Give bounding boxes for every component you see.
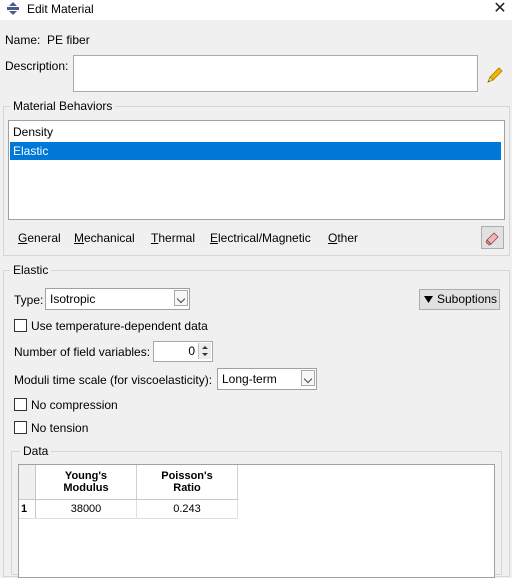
menu-thermal[interactable]: Thermal [151,231,195,245]
no-compression-label: No compression [31,398,118,412]
youngs-modulus-cell[interactable]: 38000 [35,499,137,519]
data-group-title: Data [20,444,52,458]
field-vars-spinbox[interactable]: 0 [153,341,213,362]
triangle-down-icon [424,296,433,303]
field-vars-value: 0 [188,344,195,358]
menu-electrical-mnemonic: E [210,231,219,245]
chevron-down-icon[interactable] [301,370,315,386]
no-compression-checkbox[interactable] [14,398,27,411]
no-tension-label: No tension [31,421,89,435]
suboptions-button[interactable]: Suboptions [419,289,500,310]
spin-buttons[interactable] [198,343,211,359]
delete-behavior-button[interactable] [481,226,504,249]
column-header-line: Ratio [173,482,201,494]
column-header-line: Modulus [63,482,109,494]
elastic-group-title: Elastic [10,263,52,277]
type-value: Isotropic [50,292,96,306]
menu-other[interactable]: Other [328,231,358,245]
temp-dependent-label: Use temperature-dependent data [31,319,208,333]
table-row: 1 38000 0.243 [19,499,238,519]
title-bar: Edit Material ✕ [0,0,512,20]
name-value: PE fiber [47,33,90,47]
no-tension-checkbox[interactable] [14,421,27,434]
description-field[interactable] [73,55,478,92]
material-app-icon [7,2,19,15]
name-label: Name: [5,33,41,47]
spin-arrows-icon [202,346,208,356]
menu-other-mnemonic: O [328,231,338,245]
material-behaviors-title: Material Behaviors [10,99,116,113]
moduli-value: Long-term [222,372,277,386]
poissons-ratio-cell[interactable]: 0.243 [136,499,238,519]
column-header-line: Young's [64,470,108,482]
column-header-poissons-ratio[interactable]: Poisson's Ratio [136,465,238,500]
moduli-select[interactable]: Long-term [217,368,317,390]
menu-thermal-rest: hermal [158,231,196,245]
menu-general-mnemonic: G [18,231,28,245]
menu-mechanical[interactable]: Mechanical [74,231,135,245]
menu-mechanical-mnemonic: M [74,231,84,245]
menu-mechanical-rest: echanical [84,231,135,245]
eraser-icon [485,232,499,246]
row-index: 1 [19,499,36,519]
chevron-down-icon[interactable] [174,290,188,306]
behaviors-list[interactable]: Density Elastic [8,120,505,220]
window-title: Edit Material [27,2,94,16]
behavior-item-elastic[interactable]: Elastic [10,142,501,160]
column-header-youngs-modulus[interactable]: Young's Modulus [35,465,137,500]
menu-electrical-magnetic[interactable]: Electrical/Magnetic [210,231,311,245]
corner-cell [19,465,36,500]
menu-other-rest: ther [337,231,359,245]
menu-general[interactable]: General [18,231,61,245]
pencil-icon[interactable] [485,64,505,84]
menu-electrical-rest: lectrical/Magnetic [218,231,311,245]
close-icon[interactable]: ✕ [488,0,512,20]
data-table[interactable]: Young's Modulus Poisson's Ratio 1 38000 … [18,464,495,578]
column-header-line: Poisson's [161,470,213,482]
menu-general-rest: eneral [27,231,61,245]
field-vars-label: Number of field variables: [14,345,151,359]
moduli-label: Moduli time scale (for viscoelasticity): [14,373,213,387]
temp-dependent-checkbox[interactable] [14,319,27,332]
suboptions-label: Suboptions [437,292,498,306]
type-select[interactable]: Isotropic [45,288,190,310]
behavior-item-density[interactable]: Density [10,123,501,141]
description-label: Description: [5,59,69,73]
type-label: Type: [14,293,44,307]
